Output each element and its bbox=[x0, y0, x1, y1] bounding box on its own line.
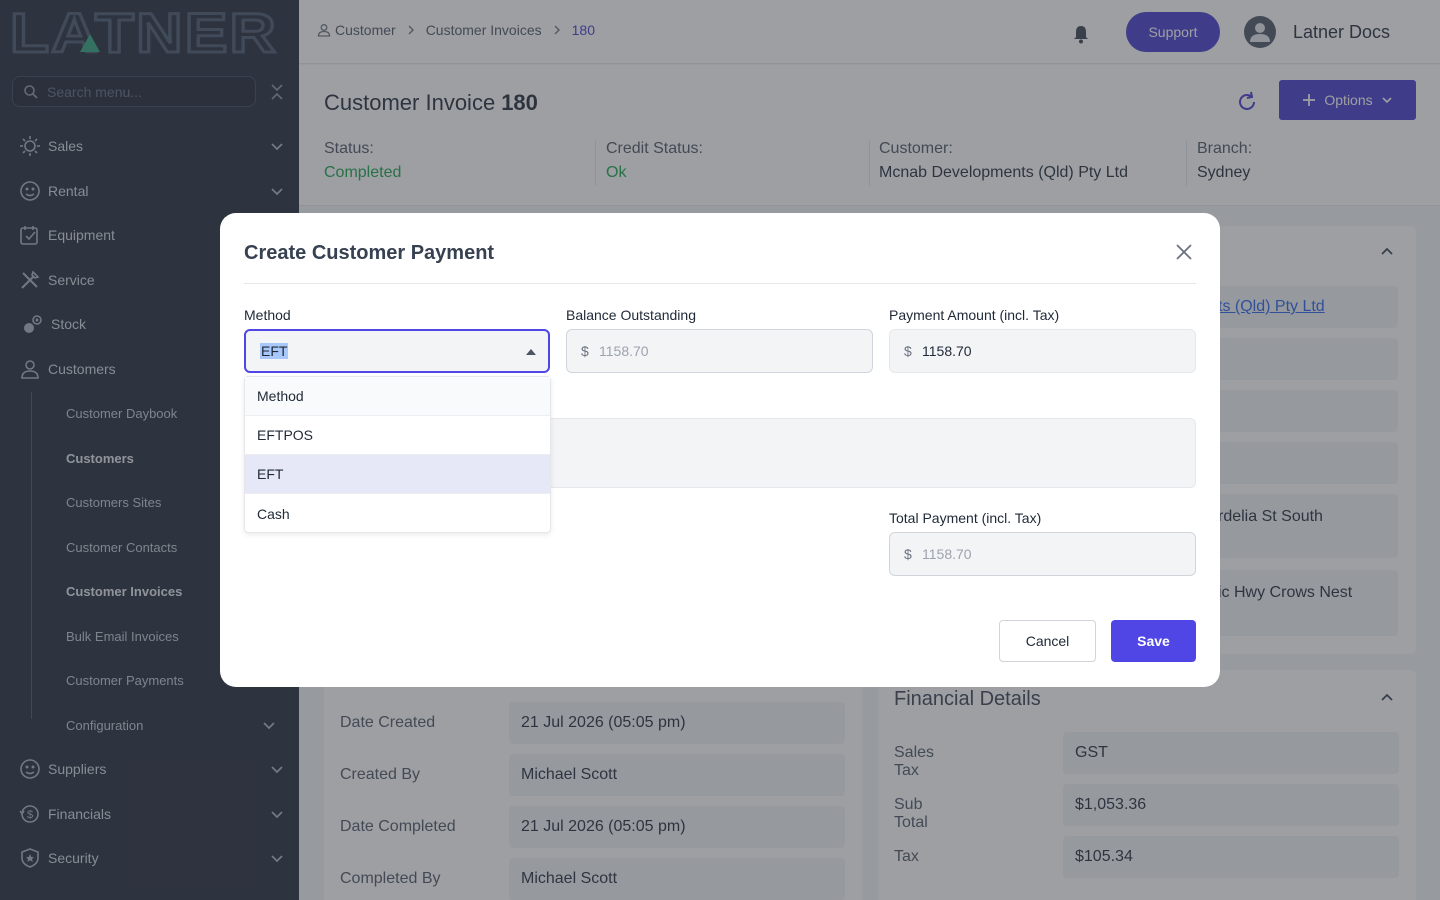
balance-value: 1158.70 bbox=[599, 343, 649, 359]
divider bbox=[244, 283, 1196, 284]
total-payment-field: $ 1158.70 bbox=[889, 532, 1196, 576]
method-option-cash[interactable]: Cash bbox=[245, 494, 550, 533]
method-option-eft[interactable]: EFT bbox=[245, 455, 550, 494]
method-label: Method bbox=[244, 307, 291, 323]
payment-amount-value: 1158.70 bbox=[922, 343, 972, 359]
payment-amount-field[interactable]: $ 1158.70 bbox=[889, 329, 1196, 373]
method-dropdown: Method EFTPOS EFT Cash bbox=[244, 376, 551, 533]
method-select[interactable]: EFT bbox=[244, 329, 550, 373]
method-option-placeholder[interactable]: Method bbox=[245, 377, 550, 416]
balance-field: $ 1158.70 bbox=[566, 329, 873, 373]
payment-amount-label: Payment Amount (incl. Tax) bbox=[889, 307, 1060, 323]
currency-symbol: $ bbox=[904, 343, 912, 359]
create-payment-modal: Create Customer Payment Method EFT Balan… bbox=[220, 213, 1220, 687]
caret-up-icon bbox=[526, 349, 536, 355]
method-option-eftpos[interactable]: EFTPOS bbox=[245, 416, 550, 455]
currency-symbol: $ bbox=[581, 343, 589, 359]
close-icon[interactable] bbox=[1174, 242, 1194, 262]
currency-symbol: $ bbox=[904, 546, 912, 562]
method-select-value: EFT bbox=[260, 343, 289, 359]
balance-label: Balance Outstanding bbox=[566, 307, 696, 323]
modal-title: Create Customer Payment bbox=[244, 242, 495, 264]
total-payment-value: 1158.70 bbox=[922, 546, 972, 562]
cancel-button[interactable]: Cancel bbox=[999, 620, 1096, 662]
total-payment-label: Total Payment (incl. Tax) bbox=[889, 510, 1042, 526]
save-button[interactable]: Save bbox=[1111, 620, 1196, 662]
